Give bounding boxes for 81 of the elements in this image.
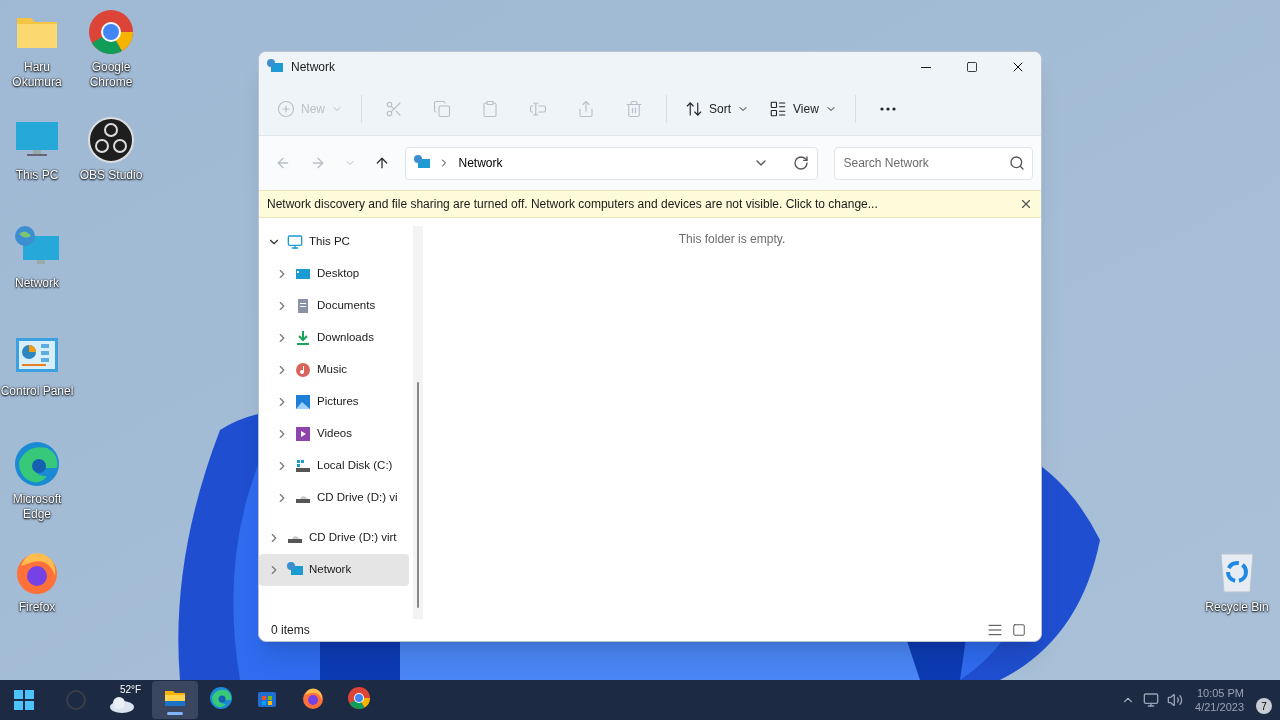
minimize-icon [921, 66, 931, 68]
document-icon [295, 298, 311, 314]
cut-icon [385, 99, 403, 118]
tree-label: Downloads [317, 330, 374, 346]
tree-label: CD Drive (D:) virt [309, 530, 397, 546]
tree-label: Local Disk (C:) [317, 458, 393, 474]
tree-item[interactable]: CD Drive (D:) vi [267, 482, 409, 514]
info-message: Network discovery and file sharing are turned off. Network computers and devices are not visible. Click to change... [267, 196, 879, 213]
desktop-icon-label: Haru Okumura [11, 60, 63, 90]
copy-icon [433, 99, 451, 118]
toolbar-button[interactable]: View [759, 92, 847, 125]
info-bar[interactable]: Network discovery and file sharing are turned off. Network computers and devices are not visible. Click to change... [259, 190, 1041, 218]
tree-item[interactable]: Pictures [267, 386, 409, 418]
chrome-icon [347, 685, 371, 710]
rename-icon [529, 99, 547, 118]
volume-icon[interactable] [1167, 692, 1184, 708]
toolbar-button[interactable]: Sort [675, 92, 760, 125]
tree-item[interactable]: Network [259, 554, 409, 586]
network-icon [287, 562, 303, 578]
view-icon [769, 99, 788, 118]
tree-label: Music [317, 362, 348, 378]
download-icon [295, 330, 311, 346]
chrome-icon [87, 8, 135, 56]
disk-icon [295, 458, 311, 474]
desktop-icon-label: Network [15, 276, 59, 291]
search-field[interactable]: Search Network [834, 146, 1033, 180]
status-text: 0 items [271, 622, 311, 639]
tree-label: This PC [309, 234, 350, 250]
desktop-icon-label: Firefox [18, 600, 56, 615]
video-icon [295, 426, 311, 442]
weather-button[interactable]: 52°F [108, 680, 148, 720]
taskbar-app[interactable] [152, 681, 198, 719]
paste-icon [481, 99, 499, 118]
tree-label: Pictures [317, 394, 359, 410]
tree-item[interactable]: Desktop [267, 258, 409, 290]
window-title: Network [291, 59, 335, 76]
tree-item[interactable]: Music [267, 354, 409, 386]
network-icon [267, 59, 283, 75]
desktop-icon-label: Recycle Bin [1205, 600, 1269, 615]
edge-icon [209, 685, 233, 710]
sort-icon [685, 99, 703, 118]
windows-icon [14, 690, 34, 710]
clock[interactable]: 10:05 PM 4/21/2023 [1195, 686, 1244, 714]
music-icon [295, 362, 311, 378]
desktop-icon-label: Control Panel [0, 384, 74, 399]
desktop-icon [295, 266, 311, 282]
tree-item[interactable]: Downloads [267, 322, 409, 354]
delete-icon [625, 99, 643, 118]
tree-label: CD Drive (D:) vi [317, 490, 398, 506]
tree-label: Network [309, 562, 352, 578]
tree-label: Documents [317, 298, 376, 314]
tree-item[interactable]: Documents [267, 290, 409, 322]
address-bar[interactable]: Network [405, 146, 819, 180]
network-icon[interactable] [1143, 692, 1160, 708]
picture-icon [295, 394, 311, 410]
edge-icon [13, 440, 61, 488]
desktop-icon-label: Google Chrome [88, 60, 134, 90]
maximize-icon [966, 61, 978, 73]
network-icon [414, 155, 431, 171]
tree-item[interactable]: Local Disk (C:) [267, 450, 409, 482]
tree-label: Videos [317, 426, 352, 442]
cloud-icon [108, 694, 136, 714]
notification-badge[interactable]: 7 [1256, 698, 1272, 714]
monitor-icon [287, 234, 303, 250]
more-icon [879, 106, 896, 111]
share-icon [577, 99, 595, 118]
address-text: Network [458, 155, 504, 172]
scrollbar-thumb[interactable] [417, 382, 419, 608]
desktop-icon-label: Microsoft Edge [11, 492, 63, 522]
tree-item[interactable]: CD Drive (D:) virt [259, 522, 409, 554]
obs-icon [87, 116, 135, 164]
close-icon[interactable] [1019, 197, 1033, 211]
desktop-icon-label: OBS Studio [79, 168, 143, 183]
tree-item[interactable]: Videos [267, 418, 409, 450]
refresh-icon [793, 155, 810, 171]
desktop-icon-label: This PC [15, 168, 59, 183]
empty-message: This folder is empty. [678, 231, 786, 248]
plus-icon [277, 99, 295, 118]
search-icon [1008, 154, 1025, 171]
tree-item[interactable]: This PC [259, 226, 409, 258]
tree-label: Desktop [317, 266, 360, 282]
